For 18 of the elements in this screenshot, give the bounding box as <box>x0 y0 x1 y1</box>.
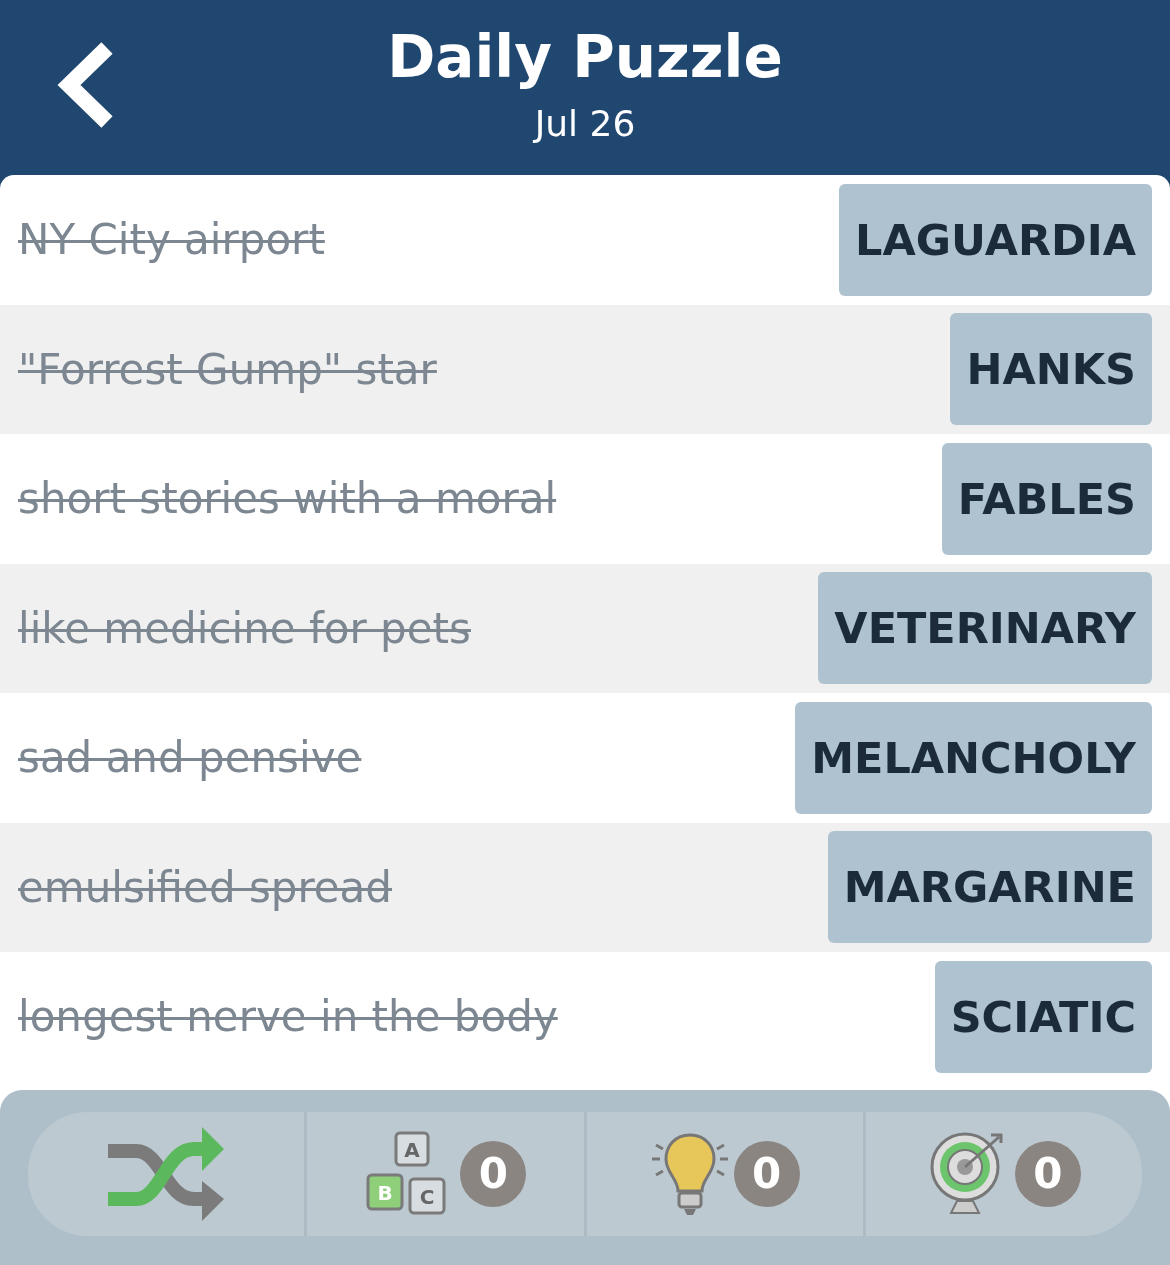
count-badge: 0 <box>1014 1140 1081 1207</box>
count-badge: 0 <box>733 1140 800 1207</box>
answer-tile: LAGUARDIA <box>839 183 1152 296</box>
clue-text: short stories with a moral <box>18 473 557 526</box>
clue-text: longest nerve in the body <box>18 991 558 1044</box>
count-badge: 0 <box>460 1140 527 1207</box>
clue-text: "Forrest Gump" star <box>18 343 437 396</box>
clue-text: sad and pensive <box>18 732 362 785</box>
answer-tile: VETERINARY <box>818 572 1152 685</box>
answer-tile: SCIATIC <box>934 960 1152 1073</box>
puzzle-date: Jul 26 <box>534 106 636 142</box>
answer-tile: HANKS <box>950 313 1152 426</box>
clue-text: NY City airport <box>18 214 325 267</box>
answer-tile: MELANCHOLY <box>795 701 1152 814</box>
clue-text: emulsified spread <box>18 861 393 914</box>
clue-text: like medicine for pets <box>18 602 471 655</box>
answer-tile: FABLES <box>941 442 1152 555</box>
answer-tile: MARGARINE <box>827 831 1152 944</box>
